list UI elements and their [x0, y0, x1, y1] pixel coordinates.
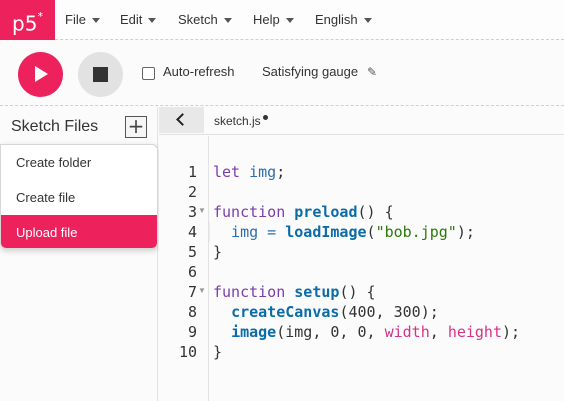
line-number: 3 [187, 203, 197, 221]
unsaved-dot-icon [262, 115, 268, 120]
top-nav: p5* File Edit Sketch Help English [0, 0, 564, 40]
create-folder-item[interactable]: Create folder [1, 145, 157, 180]
line-number: 4 [187, 223, 197, 241]
sketch-name[interactable]: Satisfying gauge [262, 64, 358, 79]
code-editor[interactable]: let img; function preload() { img = load… [210, 136, 564, 401]
fold-arrow-icon[interactable]: ▼ [198, 206, 206, 215]
chevron-down-icon [223, 17, 232, 23]
code-line-1: let img; [213, 163, 286, 181]
play-icon [35, 66, 48, 82]
chevron-down-icon [285, 17, 294, 23]
line-number: 6 [187, 263, 197, 281]
stop-button[interactable] [78, 52, 123, 97]
code-line-7: function setup() { [213, 283, 376, 301]
menu-language[interactable]: English [315, 0, 372, 40]
line-number: 8 [187, 303, 197, 321]
sidebar-title: Sketch Files [11, 118, 99, 135]
tab-sketch-js[interactable]: sketch.js [214, 114, 268, 128]
line-number: 9 [187, 323, 197, 341]
code-line-3: function preload() { [213, 203, 394, 221]
upload-file-item[interactable]: Upload file [1, 215, 157, 248]
line-number: 5 [187, 243, 197, 261]
chevron-down-icon [363, 17, 372, 23]
sketch-files-dropdown: Create folder Create file Upload file [0, 144, 158, 249]
stop-icon [93, 67, 108, 82]
play-button[interactable] [18, 52, 63, 97]
line-number: 7 [187, 283, 197, 301]
toolbar: Auto-refresh Satisfying gauge ✎ [0, 41, 564, 106]
pencil-icon[interactable]: ✎ [367, 65, 377, 79]
create-file-item[interactable]: Create file [1, 180, 157, 215]
auto-refresh-checkbox[interactable] [142, 67, 155, 80]
auto-refresh-label[interactable]: Auto-refresh [163, 64, 235, 79]
p5-logo[interactable]: p5* [0, 0, 55, 40]
collapse-sidebar-button[interactable] [159, 107, 204, 133]
chevron-down-icon [148, 17, 157, 23]
menu-edit[interactable]: Edit [120, 0, 157, 40]
menu-help[interactable]: Help [253, 0, 294, 40]
code-line-9: image(img, 0, 0, width, height); [231, 323, 521, 341]
line-number: 10 [178, 343, 197, 361]
code-line-4: img = loadImage("bob.jpg"); [213, 223, 475, 241]
line-number: 1 [187, 163, 197, 181]
editor-tabs: sketch.js [159, 107, 564, 135]
code-line-5: } [213, 243, 223, 261]
chevron-down-icon [91, 17, 100, 23]
add-file-button[interactable]: + [125, 116, 147, 138]
menu-file[interactable]: File [65, 0, 100, 40]
chevron-left-icon [176, 113, 189, 126]
menu-sketch[interactable]: Sketch [178, 0, 232, 40]
code-line-8: createCanvas(400, 300); [231, 303, 439, 321]
fold-arrow-icon[interactable]: ▼ [198, 286, 206, 295]
line-number: 2 [187, 183, 197, 201]
code-line-10: } [213, 343, 223, 361]
